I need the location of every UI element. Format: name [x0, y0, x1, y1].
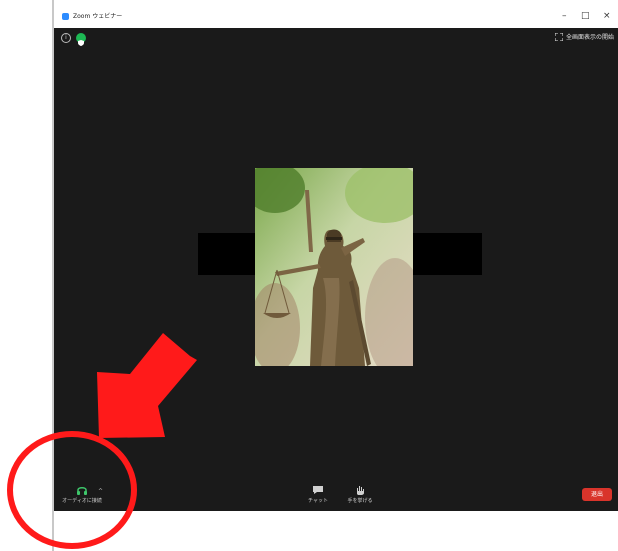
minimize-button[interactable]: –: [562, 11, 567, 21]
webinar-stage: i 全画面表示の開始 オーディオに接続 ^ チャット 手を挙げる 退出: [54, 28, 618, 511]
headphones-icon: [77, 487, 87, 495]
audio-options-chevron-icon[interactable]: ^: [98, 488, 103, 495]
maximize-button[interactable]: □: [581, 11, 590, 21]
raise-hand-button[interactable]: 手を挙げる: [341, 485, 379, 504]
video-bar-left: [198, 233, 255, 275]
meeting-toolbar: オーディオに接続 ^ チャット 手を挙げる 退出: [54, 483, 618, 511]
window-title: Zoom ウェビナー: [73, 13, 123, 20]
fullscreen-icon: [554, 32, 563, 41]
shared-video: [255, 168, 413, 366]
info-icon[interactable]: i: [61, 33, 71, 43]
left-margin: [0, 0, 54, 551]
chat-button[interactable]: チャット: [303, 485, 333, 504]
title-bar: Zoom ウェビナー – □ ×: [54, 0, 618, 28]
join-audio-label: オーディオに接続: [62, 498, 102, 504]
fullscreen-label: 全画面表示の開始: [565, 34, 614, 41]
shield-icon[interactable]: [76, 33, 86, 46]
video-bar-right: [413, 233, 482, 275]
chat-icon: [313, 486, 323, 494]
raise-hand-label: 手を挙げる: [347, 498, 373, 504]
leave-button[interactable]: 退出: [582, 488, 612, 501]
hand-icon: [357, 486, 364, 495]
close-button[interactable]: ×: [603, 11, 611, 21]
zoom-app-icon: [62, 13, 69, 20]
fullscreen-button[interactable]: 全画面表示の開始: [554, 32, 614, 41]
chat-label: チャット: [308, 498, 328, 504]
